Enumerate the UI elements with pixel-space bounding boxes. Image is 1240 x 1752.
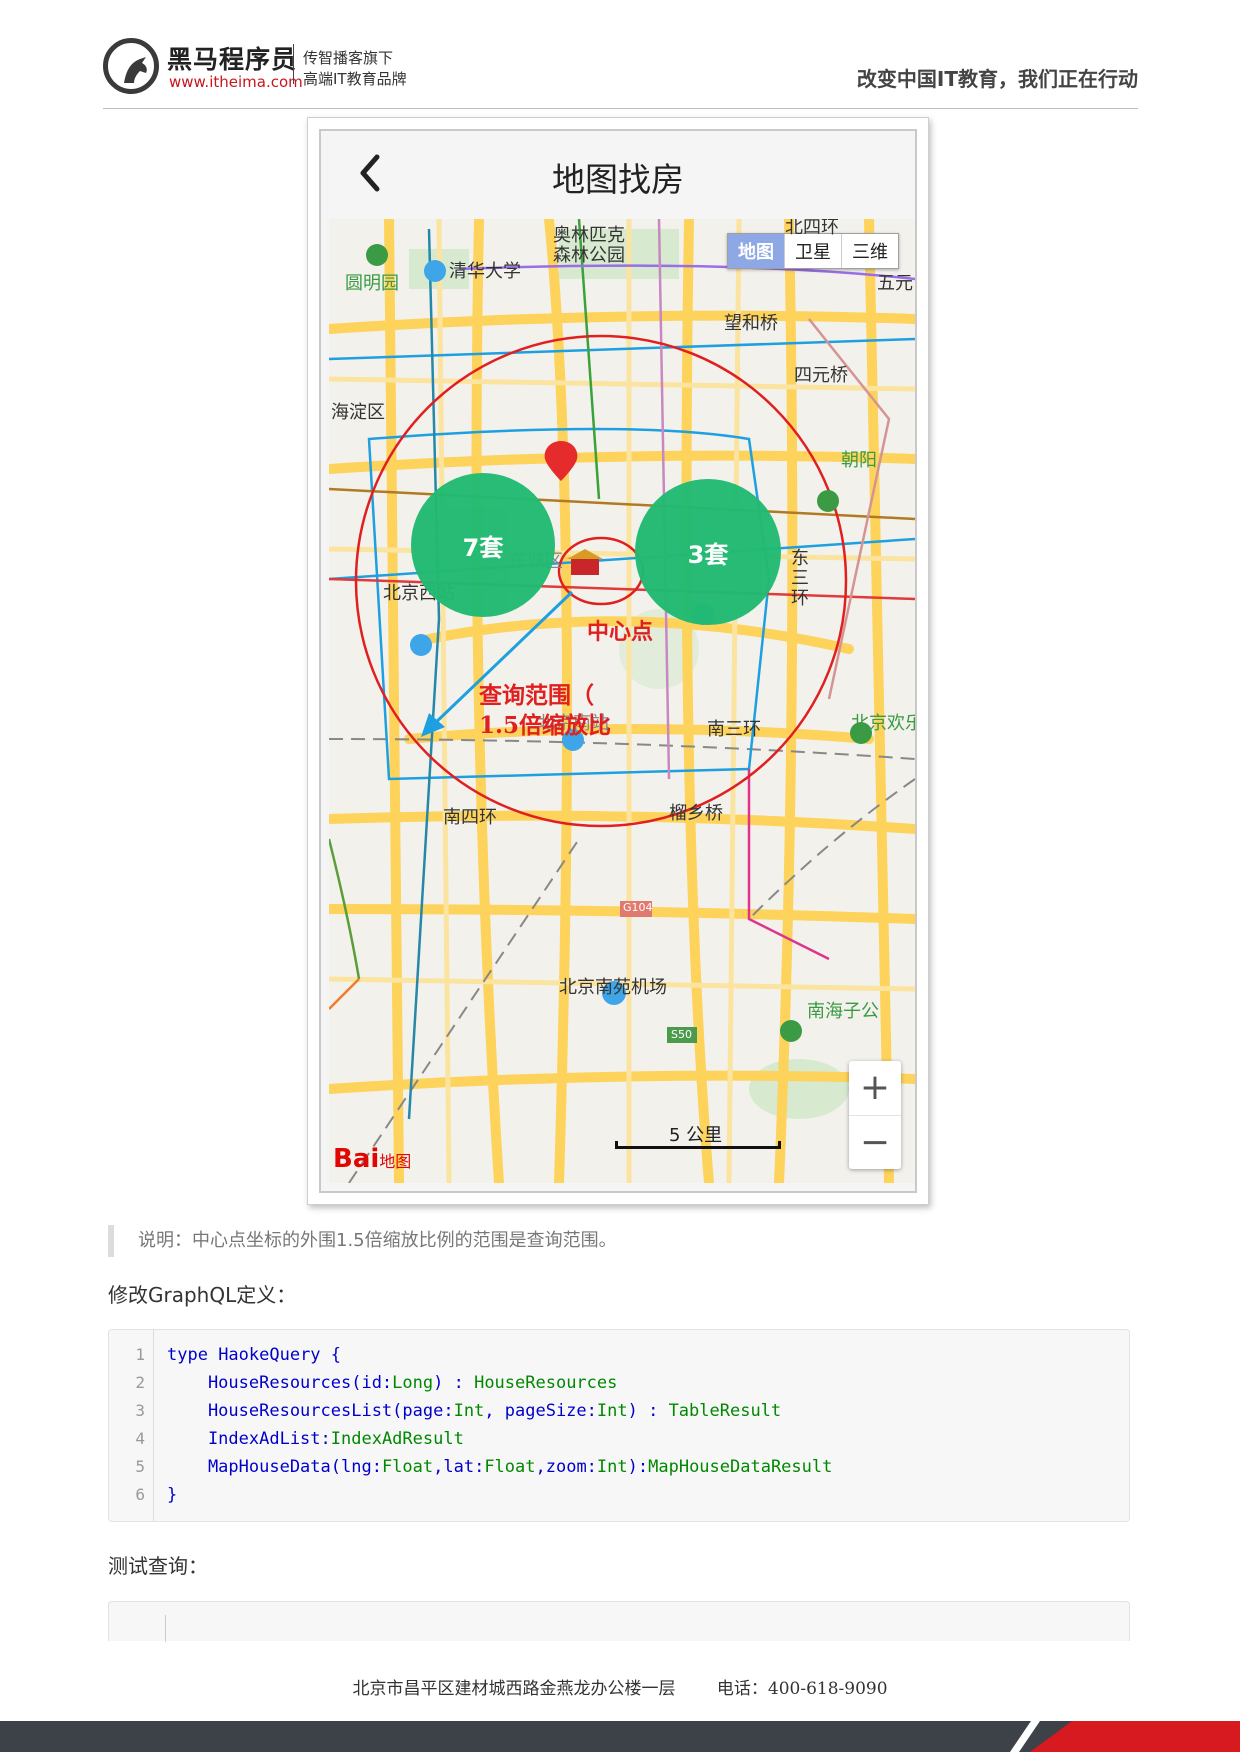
line-number: 4	[135, 1429, 145, 1448]
code-lines: type HaokeQuery { HouseResources(id:Long…	[167, 1341, 832, 1509]
tagline-1: 传智播客旗下	[303, 49, 394, 67]
map-label: 望和桥	[724, 313, 778, 334]
map-label: G104	[623, 901, 653, 914]
phone-frame: 地图找房 地图 卫星 三维 奥林匹克 森林公园 清华大学 圆明园 五元 望和桥 …	[319, 129, 917, 1193]
line-number: 1	[135, 1345, 145, 1364]
code-line-5: MapHouseData(lng:Float,lat:Float,zoom:In…	[167, 1453, 832, 1481]
logo-divider	[293, 44, 294, 84]
code-token: Float	[484, 1457, 536, 1477]
code-line-1: type HaokeQuery {	[167, 1341, 832, 1369]
map-label: 南海子公	[807, 1001, 879, 1022]
zoom-out-button[interactable]: −	[849, 1116, 901, 1170]
page-footer: 北京市昌平区建材城西路金燕龙办公楼一层 电话：400-618-9090	[0, 1674, 1240, 1699]
code-line-3: HouseResourcesList(page:Int, pageSize:In…	[167, 1397, 832, 1425]
map-view[interactable]: 地图 卫星 三维 奥林匹克 森林公园 清华大学 圆明园 五元 望和桥 四元桥 海…	[329, 219, 915, 1183]
code-token: HouseResources	[474, 1373, 618, 1393]
tagline-2: 高端IT教育品牌	[303, 70, 407, 88]
map-type-3d[interactable]: 三维	[841, 234, 898, 268]
code-line-4: IndexAdList:IndexAdResult	[167, 1425, 832, 1453]
query-range-line-1: 查询范围（	[479, 682, 594, 709]
code-token: Int	[596, 1457, 628, 1477]
code-token: ) :	[627, 1401, 669, 1421]
line-number: 6	[135, 1485, 145, 1504]
baidu-map-logo: Bai地图	[333, 1144, 411, 1174]
zoom-in-button[interactable]: +	[849, 1061, 901, 1116]
map-label: 北四环	[785, 219, 839, 238]
nav-title: 地图找房	[552, 160, 684, 199]
code-token: }	[167, 1485, 178, 1505]
map-screenshot-figure: 地图找房 地图 卫星 三维 奥林匹克 森林公园 清华大学 圆明园 五元 望和桥 …	[307, 117, 929, 1205]
query-range-line-2: 1.5倍缩放比	[479, 712, 612, 739]
map-label: 南三环	[707, 719, 761, 740]
line-number: 5	[135, 1457, 145, 1476]
code-token: ,lat:	[433, 1457, 485, 1477]
code-token: HaokeQuery {	[218, 1345, 342, 1365]
footer-phone: 电话：400-618-9090	[716, 1679, 888, 1699]
line-number: 2	[135, 1373, 145, 1392]
map-label: 北京南苑机场	[559, 977, 667, 998]
code-token: ):	[627, 1457, 649, 1477]
code-token: HouseResourcesList(page:	[167, 1401, 454, 1421]
zoom-control: + −	[849, 1061, 901, 1169]
baidu-logo-suffix: 地图	[379, 1152, 412, 1171]
code-token: MapHouseDataResult	[648, 1457, 833, 1477]
line-number: 3	[135, 1401, 145, 1420]
map-label: 朝阳	[841, 450, 877, 471]
code-line-6: }	[167, 1481, 832, 1509]
map-label: 东三环	[791, 548, 809, 609]
nav-bar: 地图找房	[321, 131, 915, 217]
code-gutter: 1 2 3 4 5 6	[109, 1330, 154, 1521]
section-heading-test: 测试查询：	[108, 1554, 208, 1578]
code-block-test-query	[108, 1601, 1130, 1642]
code-token: TableResult	[668, 1401, 782, 1421]
footer-address: 北京市昌平区建材城西路金燕龙办公楼一层	[352, 1679, 676, 1699]
map-label: 森林公园	[553, 245, 625, 266]
map-label: 海淀区	[331, 402, 385, 423]
map-label: S50	[671, 1028, 692, 1041]
map-label: 北京欢乐	[851, 713, 915, 734]
code-token: HouseResources(id:	[167, 1373, 393, 1393]
code-token: Float	[381, 1457, 434, 1477]
code-token: Long	[392, 1373, 434, 1393]
code-token: IndexAdList:	[167, 1429, 331, 1449]
map-type-map[interactable]: 地图	[728, 234, 784, 268]
code-gutter	[165, 1615, 166, 1642]
code-token: type	[167, 1345, 219, 1365]
map-label: 清华大学	[449, 261, 521, 282]
code-token: IndexAdResult	[330, 1429, 464, 1449]
code-token: ,zoom:	[535, 1457, 597, 1477]
code-block-graphql: 1 2 3 4 5 6 type HaokeQuery { HouseResou…	[108, 1329, 1130, 1522]
code-token: , pageSize:	[484, 1401, 597, 1421]
code-token: Int	[596, 1401, 628, 1421]
house-cluster-7[interactable]: 7套	[411, 473, 555, 617]
map-label: 五元	[877, 273, 913, 294]
map-label: 南四环	[443, 807, 497, 828]
center-point-annotation: 中心点	[587, 619, 654, 645]
map-label: 榴乡桥	[669, 803, 723, 824]
page-header: 黑马程序员 www.itheima.com 传智播客旗下 高端IT教育品牌 改变…	[103, 36, 1138, 109]
map-type-satellite[interactable]: 卫星	[784, 234, 841, 268]
note-blockquote: 说明：中心点坐标的外围1.5倍缩放比例的范围是查询范围。	[108, 1225, 617, 1257]
code-token: MapHouseData(lng:	[167, 1457, 382, 1477]
header-slogan: 改变中国IT教育，我们正在行动	[856, 67, 1138, 91]
house-cluster-3[interactable]: 3套	[635, 479, 781, 625]
baidu-logo-text: Bai	[333, 1144, 380, 1174]
map-label: 圆明园	[345, 273, 399, 294]
code-token: ) :	[433, 1373, 475, 1393]
brand-name: 黑马程序员	[167, 45, 298, 74]
code-line-2: HouseResources(id:Long) : HouseResources	[167, 1369, 832, 1397]
query-range-annotation: 查询范围（ 1.5倍缩放比	[479, 681, 611, 741]
scale-bar	[615, 1141, 781, 1149]
horse-logo-icon	[103, 38, 159, 94]
map-label: 四元桥	[794, 365, 848, 386]
brand-url: www.itheima.com	[169, 73, 303, 91]
section-heading-graphql: 修改GraphQL定义：	[108, 1283, 297, 1307]
code-token: Int	[453, 1401, 485, 1421]
